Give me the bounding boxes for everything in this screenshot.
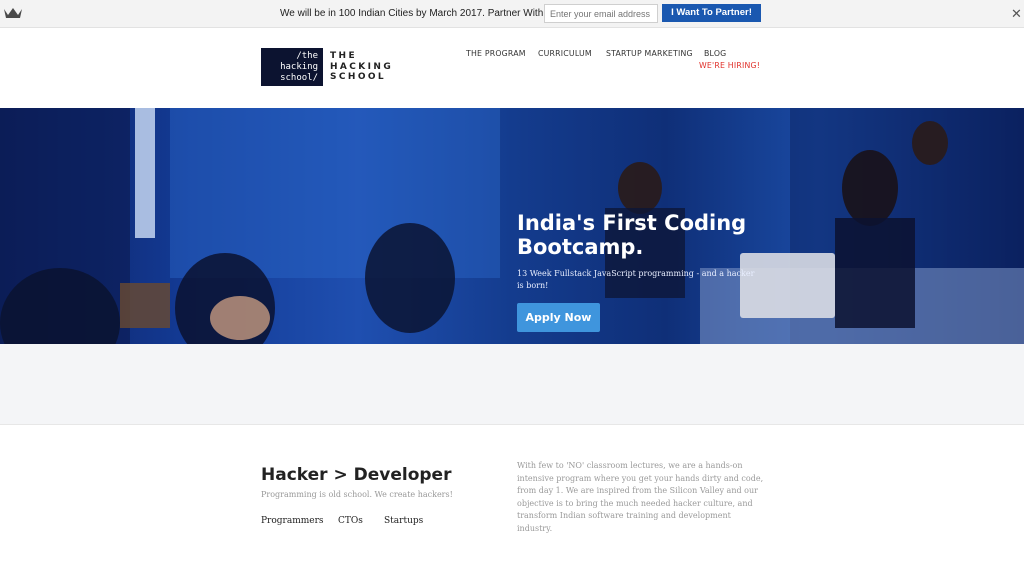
section-description: With few to 'NO' classroom lectures, we … (517, 461, 764, 533)
nav-startup-marketing[interactable]: STARTUP MARKETING (606, 49, 693, 58)
close-icon[interactable]: ✕ (1011, 7, 1022, 20)
section-subtitle: Programming is old school. We create hac… (261, 490, 453, 499)
logo-badge[interactable]: /the hacking school/ (261, 48, 323, 86)
hero-banner: India's First Coding Bootcamp. 13 Week F… (0, 108, 1024, 344)
tab-startups[interactable]: Startups (384, 516, 423, 526)
logo-badge-line: /the (296, 51, 318, 61)
logo-wordmark[interactable]: THE HACKING SCHOOL (330, 51, 393, 83)
partner-button[interactable]: I Want To Partner! (662, 4, 761, 22)
logo-wordmark-line: THE (330, 51, 358, 61)
nav-curriculum[interactable]: CURRICULUM (538, 49, 592, 58)
promo-bar: We will be in 100 Indian Cities by March… (0, 0, 1024, 28)
crown-icon (4, 8, 22, 18)
promo-message: We will be in 100 Indian Cities by March… (280, 8, 583, 19)
nav-hiring-link[interactable]: WE'RE HIRING! (699, 61, 760, 70)
hero-title: India's First Coding Bootcamp. (517, 211, 747, 259)
tab-ctos[interactable]: CTOs (338, 516, 363, 526)
gray-divider-band (0, 344, 1024, 425)
nav-blog[interactable]: BLOG (704, 49, 726, 58)
hero-subtitle: 13 Week Fullstack JavaScript programming… (517, 269, 755, 290)
nav-the-program[interactable]: THE PROGRAM (466, 49, 526, 58)
partner-email-input[interactable] (544, 4, 658, 23)
logo-badge-line: school/ (280, 73, 318, 83)
hero-photo-backdrop (0, 108, 1024, 344)
section-title: Hacker > Developer (261, 465, 452, 485)
logo-wordmark-line: SCHOOL (330, 72, 387, 82)
logo-wordmark-line: HACKING (330, 61, 394, 72)
hero-photo-illustration (0, 108, 1024, 344)
tab-programmers[interactable]: Programmers (261, 516, 324, 526)
apply-now-button[interactable]: Apply Now (517, 303, 600, 332)
site-header: /the hacking school/ THE HACKING SCHOOL … (0, 28, 1024, 108)
logo-badge-line: hacking (280, 62, 318, 72)
